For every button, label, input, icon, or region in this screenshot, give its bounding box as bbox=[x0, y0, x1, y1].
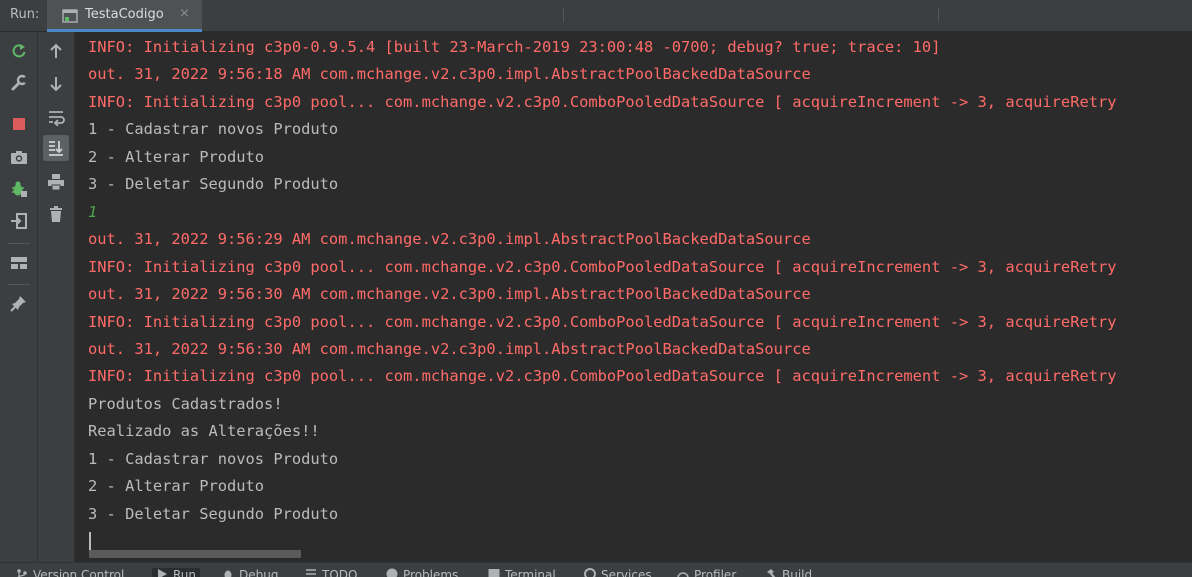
console-line: Produtos Cadastrados! bbox=[88, 394, 283, 413]
tool-window-button-label: Debug bbox=[239, 568, 279, 577]
trash-icon[interactable] bbox=[43, 201, 69, 227]
debug-bug-icon[interactable] bbox=[6, 176, 32, 202]
tool-window-button-label: Services bbox=[601, 568, 652, 577]
pin-icon[interactable] bbox=[6, 290, 32, 316]
tool-window-button-services[interactable]: Services bbox=[584, 568, 652, 577]
gauge-icon bbox=[677, 568, 689, 577]
up-arrow-icon[interactable] bbox=[43, 38, 69, 64]
tool-window-button-todo[interactable]: TODO bbox=[305, 568, 357, 577]
console-line: 3 - Deletar Segundo Produto bbox=[88, 504, 339, 523]
console-line: out. 31, 2022 9:56:18 AM com.mchange.v2.… bbox=[88, 65, 811, 84]
header-divider bbox=[563, 8, 564, 22]
play-icon bbox=[156, 568, 168, 577]
toolbar-divider bbox=[8, 243, 30, 244]
horizontal-scrollbar[interactable] bbox=[89, 550, 301, 558]
down-arrow-icon[interactable] bbox=[43, 71, 69, 97]
console-line: 1 - Cadastrar novos Produto bbox=[88, 449, 339, 468]
run-actions-toolbar bbox=[0, 32, 38, 562]
layout-icon[interactable] bbox=[6, 250, 32, 276]
console-line: INFO: Initializing c3p0-0.9.5.4 [built 2… bbox=[88, 38, 941, 56]
tool-window-button-version-control[interactable]: Version Control bbox=[16, 568, 124, 577]
run-label: Run: bbox=[10, 7, 40, 22]
tool-window-button-label: Run bbox=[173, 568, 197, 577]
tool-window-button-label: Profiler bbox=[694, 568, 737, 577]
terminal-icon bbox=[488, 568, 500, 577]
camera-icon[interactable] bbox=[6, 144, 32, 170]
soft-wrap-icon[interactable] bbox=[43, 104, 69, 130]
list-icon bbox=[305, 568, 317, 577]
tool-window-button-debug[interactable]: Debug bbox=[222, 568, 278, 577]
tool-window-button-label: Version Control bbox=[33, 568, 125, 577]
console-toolbar bbox=[38, 32, 75, 562]
console-line: 2 - Alterar Produto bbox=[88, 147, 265, 166]
console-line: INFO: Initializing c3p0 pool... com.mcha… bbox=[88, 257, 1117, 276]
console-line: INFO: Initializing c3p0 pool... com.mcha… bbox=[88, 312, 1117, 331]
console-window-icon bbox=[62, 8, 78, 23]
console-line: INFO: Initializing c3p0 pool... com.mcha… bbox=[88, 367, 1117, 386]
tool-window-button-label: Build bbox=[782, 568, 813, 577]
branch-icon bbox=[16, 568, 28, 577]
console-line: out. 31, 2022 9:56:30 AM com.mchange.v2.… bbox=[88, 339, 811, 358]
tool-window-button-build[interactable]: Build bbox=[765, 568, 812, 577]
console-output[interactable]: INFO: Initializing c3p0-0.9.5.4 [built 2… bbox=[75, 32, 1192, 562]
console-line: out. 31, 2022 9:56:30 AM com.mchange.v2.… bbox=[88, 285, 811, 304]
tool-window-button-label: Terminal bbox=[505, 568, 556, 577]
tool-window-button-profiler[interactable]: Profiler bbox=[677, 568, 736, 577]
run-tab-testacodigo[interactable]: TestaCodigo × bbox=[47, 0, 202, 32]
console-line: Realizado as Alterações!! bbox=[88, 422, 320, 441]
bug-icon bbox=[222, 568, 234, 577]
scroll-to-end-icon[interactable] bbox=[43, 135, 69, 161]
run-tab-title: TestaCodigo bbox=[85, 7, 164, 22]
tool-window-button-label: TODO bbox=[322, 568, 358, 577]
services-icon bbox=[584, 568, 596, 577]
warning-icon bbox=[386, 568, 398, 577]
tool-window-button-terminal[interactable]: Terminal bbox=[488, 568, 556, 577]
text-caret bbox=[89, 532, 91, 552]
run-tool-window-header: Run: TestaCodigo × bbox=[0, 0, 1192, 32]
wrench-icon[interactable] bbox=[6, 70, 32, 96]
console-line: 1 - Cadastrar novos Produto bbox=[88, 120, 339, 139]
rerun-icon[interactable] bbox=[6, 38, 32, 64]
tool-window-bar: Version Control Run Debug TODO Problems Termi… bbox=[0, 562, 1192, 577]
header-divider bbox=[938, 8, 939, 22]
tool-window-button-problems[interactable]: Problems bbox=[386, 568, 458, 577]
exit-icon[interactable] bbox=[6, 208, 32, 234]
print-icon[interactable] bbox=[43, 169, 69, 195]
hammer-icon bbox=[765, 568, 777, 577]
console-line: out. 31, 2022 9:56:29 AM com.mchange.v2.… bbox=[88, 230, 811, 249]
console-line: 3 - Deletar Segundo Produto bbox=[88, 175, 339, 194]
console-input-line: 1 bbox=[88, 202, 98, 221]
close-icon[interactable]: × bbox=[179, 6, 190, 21]
toolbar-divider bbox=[8, 284, 30, 285]
tool-window-button-run[interactable]: Run bbox=[152, 568, 201, 577]
console-line: 2 - Alterar Produto bbox=[88, 477, 265, 496]
tool-window-button-label: Problems bbox=[403, 568, 459, 577]
console-line: INFO: Initializing c3p0 pool... com.mcha… bbox=[88, 92, 1117, 111]
stop-icon[interactable] bbox=[6, 111, 32, 137]
